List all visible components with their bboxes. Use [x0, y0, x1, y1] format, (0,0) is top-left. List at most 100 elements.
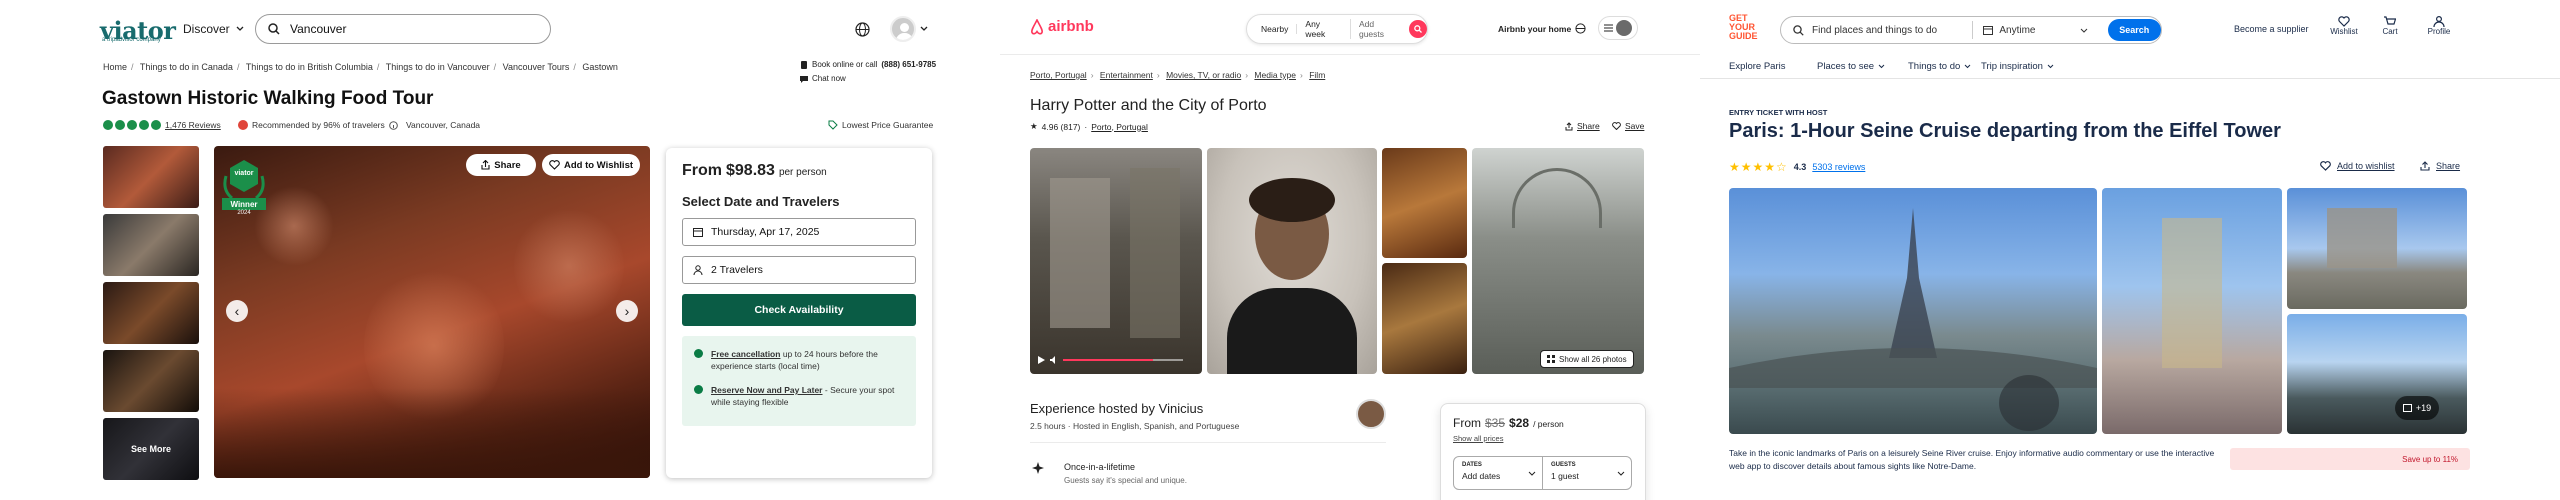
globe-icon[interactable]: [855, 22, 870, 37]
search-input[interactable]: Find places and things to do: [1812, 25, 1972, 36]
share-icon: [481, 160, 490, 170]
gallery-prev-button[interactable]: ‹: [226, 300, 248, 322]
add-to-wishlist-button[interactable]: Add to wishlist: [2320, 161, 2395, 171]
breadcrumb-item[interactable]: Movies, TV, or radio: [1166, 70, 1241, 80]
share-button[interactable]: Share: [2420, 161, 2460, 171]
gallery-thumbnail[interactable]: [103, 350, 199, 412]
gallery-photo[interactable]: [2102, 188, 2282, 434]
date-field[interactable]: Thursday, Apr 17, 2025: [682, 218, 916, 246]
search-button[interactable]: Search: [2107, 19, 2161, 41]
date-select[interactable]: Anytime: [1999, 25, 2079, 36]
heart-icon: [1612, 122, 1621, 130]
star-icon: ★: [1030, 121, 1038, 131]
show-all-photos-button[interactable]: Show all 26 photos: [1540, 350, 1634, 368]
chevron-left-icon: ‹: [234, 303, 240, 319]
review-count[interactable]: 1,476 Reviews: [165, 120, 221, 130]
search-input[interactable]: Vancouver: [255, 14, 551, 44]
user-menu[interactable]: [1598, 16, 1638, 40]
play-icon[interactable]: [1038, 356, 1045, 364]
breadcrumb-item[interactable]: Vancouver Tours: [503, 62, 570, 72]
breadcrumb-item[interactable]: Gastown: [582, 62, 618, 72]
breadcrumb-item[interactable]: Home: [103, 62, 127, 72]
nav-nearby[interactable]: Nearby: [1247, 24, 1298, 34]
volume-icon[interactable]: [1050, 356, 1058, 364]
free-cancellation-link[interactable]: Free cancellation: [711, 349, 780, 359]
dates-value: Add dates: [1462, 471, 1501, 481]
breadcrumb-item[interactable]: Film: [1309, 70, 1325, 80]
dates-picker[interactable]: DATES Add dates: [1453, 456, 1543, 490]
info-icon[interactable]: [388, 120, 398, 130]
share-label: Share: [1577, 121, 1600, 131]
breadcrumb-item[interactable]: Media type: [1254, 70, 1296, 80]
breadcrumb-item[interactable]: Things to do in British Columbia: [246, 62, 373, 72]
gallery-photo-more[interactable]: +19: [2287, 314, 2467, 434]
gallery-photo[interactable]: [1382, 263, 1467, 374]
price-unit: per person: [778, 167, 827, 178]
avatar: [1616, 20, 1633, 36]
review-count[interactable]: 5303 reviews: [1812, 162, 1865, 172]
become-supplier-link[interactable]: Become a supplier: [2234, 24, 2309, 34]
gallery-photo[interactable]: [1382, 148, 1467, 258]
search-button[interactable]: [1409, 20, 1428, 38]
travelers-value: 2 Travelers: [711, 264, 763, 276]
gallery-thumbnail[interactable]: [103, 146, 199, 208]
getyourguide-logo[interactable]: GET YOUR GUIDE: [1729, 14, 1758, 41]
discover-menu[interactable]: Discover: [183, 22, 244, 36]
gallery-photo[interactable]: [1472, 148, 1644, 374]
rating-row[interactable]: ★★★★☆ 4.3 5303 reviews: [1729, 160, 1865, 174]
gallery-video[interactable]: [1030, 148, 1202, 374]
profile-nav[interactable]: Profile: [2424, 16, 2454, 36]
gallery-thumbnail[interactable]: [103, 214, 199, 276]
wishlist-nav[interactable]: Wishlist: [2330, 16, 2358, 36]
select-heading: Select Date and Travelers: [682, 194, 840, 209]
chat-label: Chat now: [812, 74, 846, 83]
location-link[interactable]: Porto, Portugal: [1091, 122, 1148, 132]
airbnb-logo[interactable]: airbnb: [1030, 18, 1094, 35]
save-button[interactable]: Save: [1612, 121, 1644, 131]
gallery-thumbnail[interactable]: [103, 282, 199, 344]
show-prices-link[interactable]: Show all prices: [1453, 434, 1503, 443]
chevron-down-icon: [1528, 471, 1536, 476]
gallery-photo[interactable]: [2287, 188, 2467, 309]
subnav-places[interactable]: Places to see: [1817, 61, 1885, 72]
search-bar: Find places and things to do Anytime Sea…: [1780, 16, 2162, 44]
nav-add-guests[interactable]: Add guests: [1351, 19, 1409, 39]
video-progress[interactable]: [1063, 359, 1183, 361]
main-photo[interactable]: [214, 146, 650, 478]
add-to-wishlist-button[interactable]: Add to Wishlist: [542, 154, 640, 176]
share-button[interactable]: Share: [466, 154, 536, 176]
breadcrumb-item[interactable]: Porto, Portugal: [1030, 70, 1087, 80]
chat-link[interactable]: Chat now: [800, 74, 846, 83]
breadcrumb-item[interactable]: Things to do in Vancouver: [386, 62, 490, 72]
subnav-inspiration[interactable]: Trip inspiration: [1981, 61, 2054, 72]
check-availability-button[interactable]: Check Availability: [682, 294, 916, 326]
reserve-now-link[interactable]: Reserve Now and Pay Later: [711, 385, 823, 395]
cart-nav[interactable]: Cart: [2378, 16, 2402, 36]
host-link[interactable]: Airbnb your home: [1498, 24, 1571, 34]
account-menu[interactable]: [890, 16, 928, 42]
rating-row[interactable]: 1,476 Reviews: [103, 120, 221, 130]
breadcrumb-item[interactable]: Entertainment: [1100, 70, 1153, 80]
search-bar[interactable]: Nearby Any week Add guests: [1246, 14, 1428, 44]
host-avatar[interactable]: [1356, 399, 1386, 429]
logo-line: GUIDE: [1729, 31, 1758, 41]
savings-badge: Save up to 11%: [2230, 448, 2470, 470]
more-photos-count: +19: [2415, 403, 2432, 413]
gallery-photo-host[interactable]: [1207, 148, 1377, 374]
globe-icon[interactable]: [1575, 23, 1586, 34]
subnav-things[interactable]: Things to do: [1908, 61, 1971, 72]
video-controls[interactable]: [1038, 356, 1183, 364]
lowest-price-badge[interactable]: Lowest Price Guarantee: [828, 120, 933, 130]
subnav-explore[interactable]: Explore Paris: [1729, 61, 1786, 72]
more-photos-button[interactable]: +19: [2395, 396, 2439, 420]
see-more-thumbnail[interactable]: See More: [103, 418, 199, 480]
nav-any-week[interactable]: Any week: [1297, 19, 1351, 39]
main-photo[interactable]: [1729, 188, 2097, 434]
call-info: Book online or call (888) 651-9785: [800, 60, 936, 69]
phone-number[interactable]: (888) 651-9785: [881, 60, 936, 69]
breadcrumb-item[interactable]: Things to do in Canada: [140, 62, 233, 72]
guests-picker[interactable]: GUESTS 1 guest: [1542, 456, 1632, 490]
gallery-next-button[interactable]: ›: [616, 300, 638, 322]
travelers-field[interactable]: 2 Travelers: [682, 256, 916, 284]
share-button[interactable]: Share: [1565, 121, 1600, 131]
